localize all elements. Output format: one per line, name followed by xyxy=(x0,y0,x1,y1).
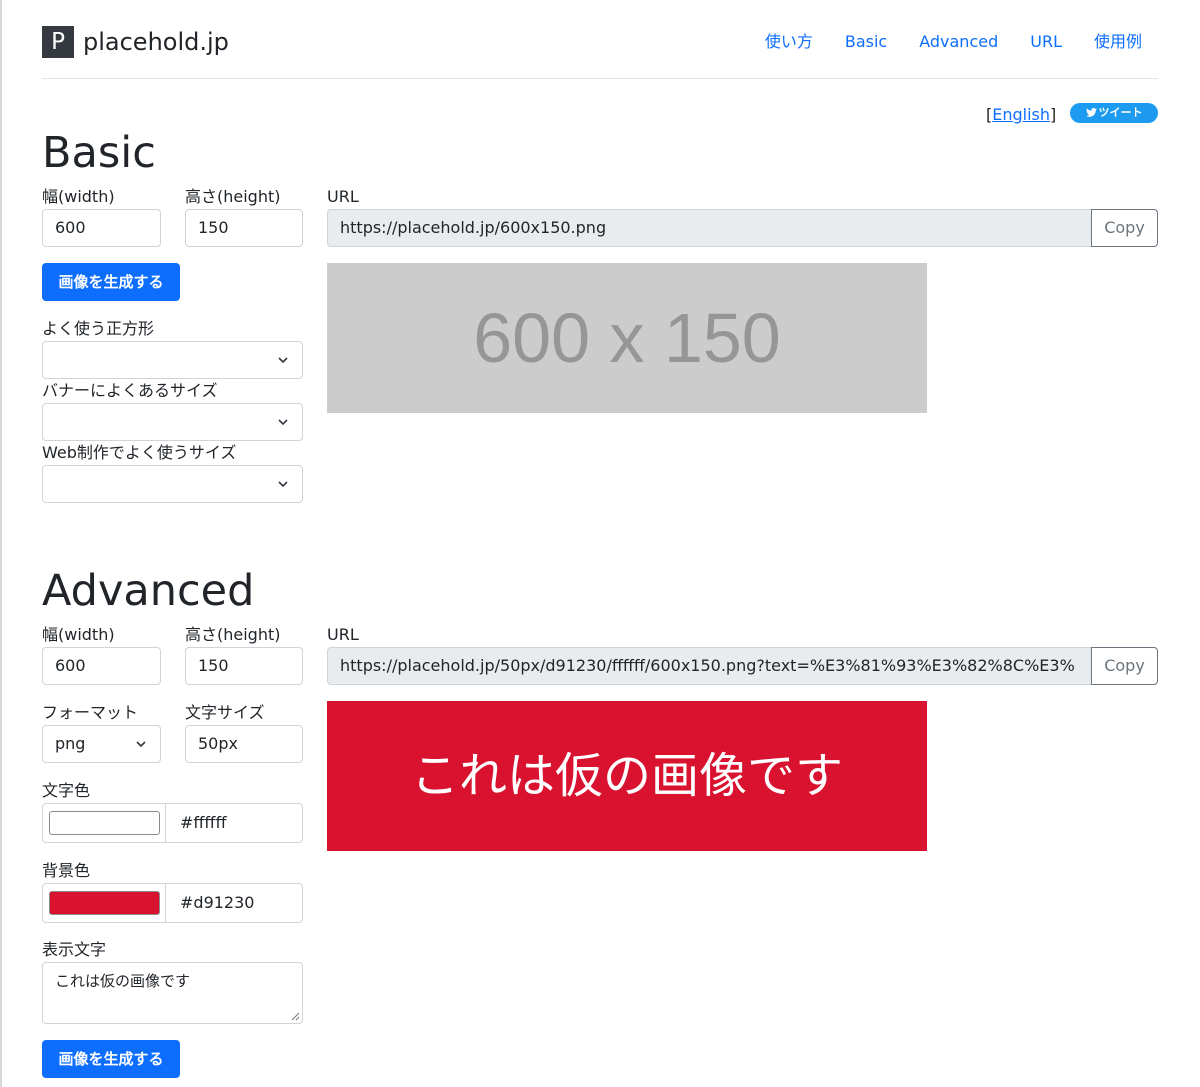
site-name[interactable]: placehold.jp xyxy=(83,24,229,60)
adv-width-input[interactable]: 600 xyxy=(42,647,161,685)
basic-title: Basic xyxy=(42,128,156,178)
text-color-input[interactable]: #ffffff xyxy=(180,804,226,842)
basic-width-label: 幅(width) xyxy=(42,187,115,206)
adv-generate-button[interactable]: 画像を生成する xyxy=(42,1040,180,1078)
bracket-close: ] xyxy=(1050,105,1057,124)
language-switch: [English] xyxy=(986,104,1056,126)
format-label: フォーマット xyxy=(42,703,139,722)
nav-basic[interactable]: Basic xyxy=(845,30,887,54)
site-header: P placehold.jp 使い方 Basic Advanced URL 使用… xyxy=(42,0,1158,79)
adv-url-field[interactable]: https://placehold.jp/50px/d91230/ffffff/… xyxy=(327,647,1092,685)
nav-examples[interactable]: 使用例 xyxy=(1094,30,1142,54)
basic-copy-button[interactable]: Copy xyxy=(1091,209,1158,247)
web-sizes-label: Web制作でよく使うサイズ xyxy=(42,443,237,462)
banner-sizes-select[interactable] xyxy=(42,403,303,441)
basic-generate-button[interactable]: 画像を生成する xyxy=(42,263,180,301)
basic-url-field[interactable]: https://placehold.jp/600x150.png xyxy=(327,209,1092,247)
font-size-label: 文字サイズ xyxy=(185,703,265,722)
display-text-textarea[interactable]: これは仮の画像です xyxy=(42,962,303,1024)
basic-height-input[interactable]: 150 xyxy=(185,209,303,247)
format-select[interactable]: png xyxy=(42,725,161,763)
basic-height-label: 高さ(height) xyxy=(185,187,281,206)
text-color-group: #ffffff xyxy=(42,803,303,843)
basic-preview-image: 600 x 150 xyxy=(327,263,927,413)
adv-url-label: URL xyxy=(327,625,359,644)
adv-width-label: 幅(width) xyxy=(42,625,115,644)
square-sizes-select[interactable] xyxy=(42,341,303,379)
basic-width-input[interactable]: 600 xyxy=(42,209,161,247)
text-color-swatch xyxy=(49,811,160,835)
logo-icon[interactable]: P xyxy=(42,26,74,58)
text-color-label: 文字色 xyxy=(42,781,91,800)
bg-color-label: 背景色 xyxy=(42,861,91,880)
bg-color-input[interactable]: #d91230 xyxy=(180,884,254,922)
tweet-label: ツイート xyxy=(1098,106,1143,119)
adv-height-label: 高さ(height) xyxy=(185,625,281,644)
chevron-down-icon xyxy=(278,419,288,426)
chevron-down-icon xyxy=(278,357,288,364)
twitter-bird-icon xyxy=(1085,108,1097,117)
adv-copy-button[interactable]: Copy xyxy=(1091,647,1158,685)
font-size-input[interactable]: 50px xyxy=(185,725,303,763)
bg-color-picker[interactable] xyxy=(43,884,166,922)
nav-usage[interactable]: 使い方 xyxy=(765,30,813,54)
top-nav: 使い方 Basic Advanced URL 使用例 xyxy=(765,30,1142,54)
page-container: P placehold.jp 使い方 Basic Advanced URL 使用… xyxy=(42,0,1158,1087)
banner-sizes-label: バナーによくあるサイズ xyxy=(42,381,218,400)
bg-color-swatch xyxy=(49,891,160,915)
square-sizes-label: よく使う正方形 xyxy=(42,319,155,338)
bg-color-group: #d91230 xyxy=(42,883,303,923)
advanced-title: Advanced xyxy=(42,566,255,616)
english-link[interactable]: English xyxy=(992,105,1050,124)
nav-advanced[interactable]: Advanced xyxy=(919,30,998,54)
chevron-down-icon xyxy=(278,481,288,488)
format-value: png xyxy=(55,734,86,753)
text-color-picker[interactable] xyxy=(43,804,166,842)
adv-height-input[interactable]: 150 xyxy=(185,647,303,685)
display-text-label: 表示文字 xyxy=(42,940,107,959)
left-edge-line xyxy=(0,0,2,1087)
tweet-button[interactable]: ツイート xyxy=(1070,103,1158,123)
chevron-down-icon xyxy=(136,741,146,748)
web-sizes-select[interactable] xyxy=(42,465,303,503)
advanced-preview-image: これは仮の画像です xyxy=(327,701,927,851)
display-text-value: これは仮の画像です xyxy=(55,972,191,990)
nav-url[interactable]: URL xyxy=(1030,30,1062,54)
resize-grip-icon[interactable] xyxy=(291,1012,300,1021)
basic-url-label: URL xyxy=(327,187,359,206)
